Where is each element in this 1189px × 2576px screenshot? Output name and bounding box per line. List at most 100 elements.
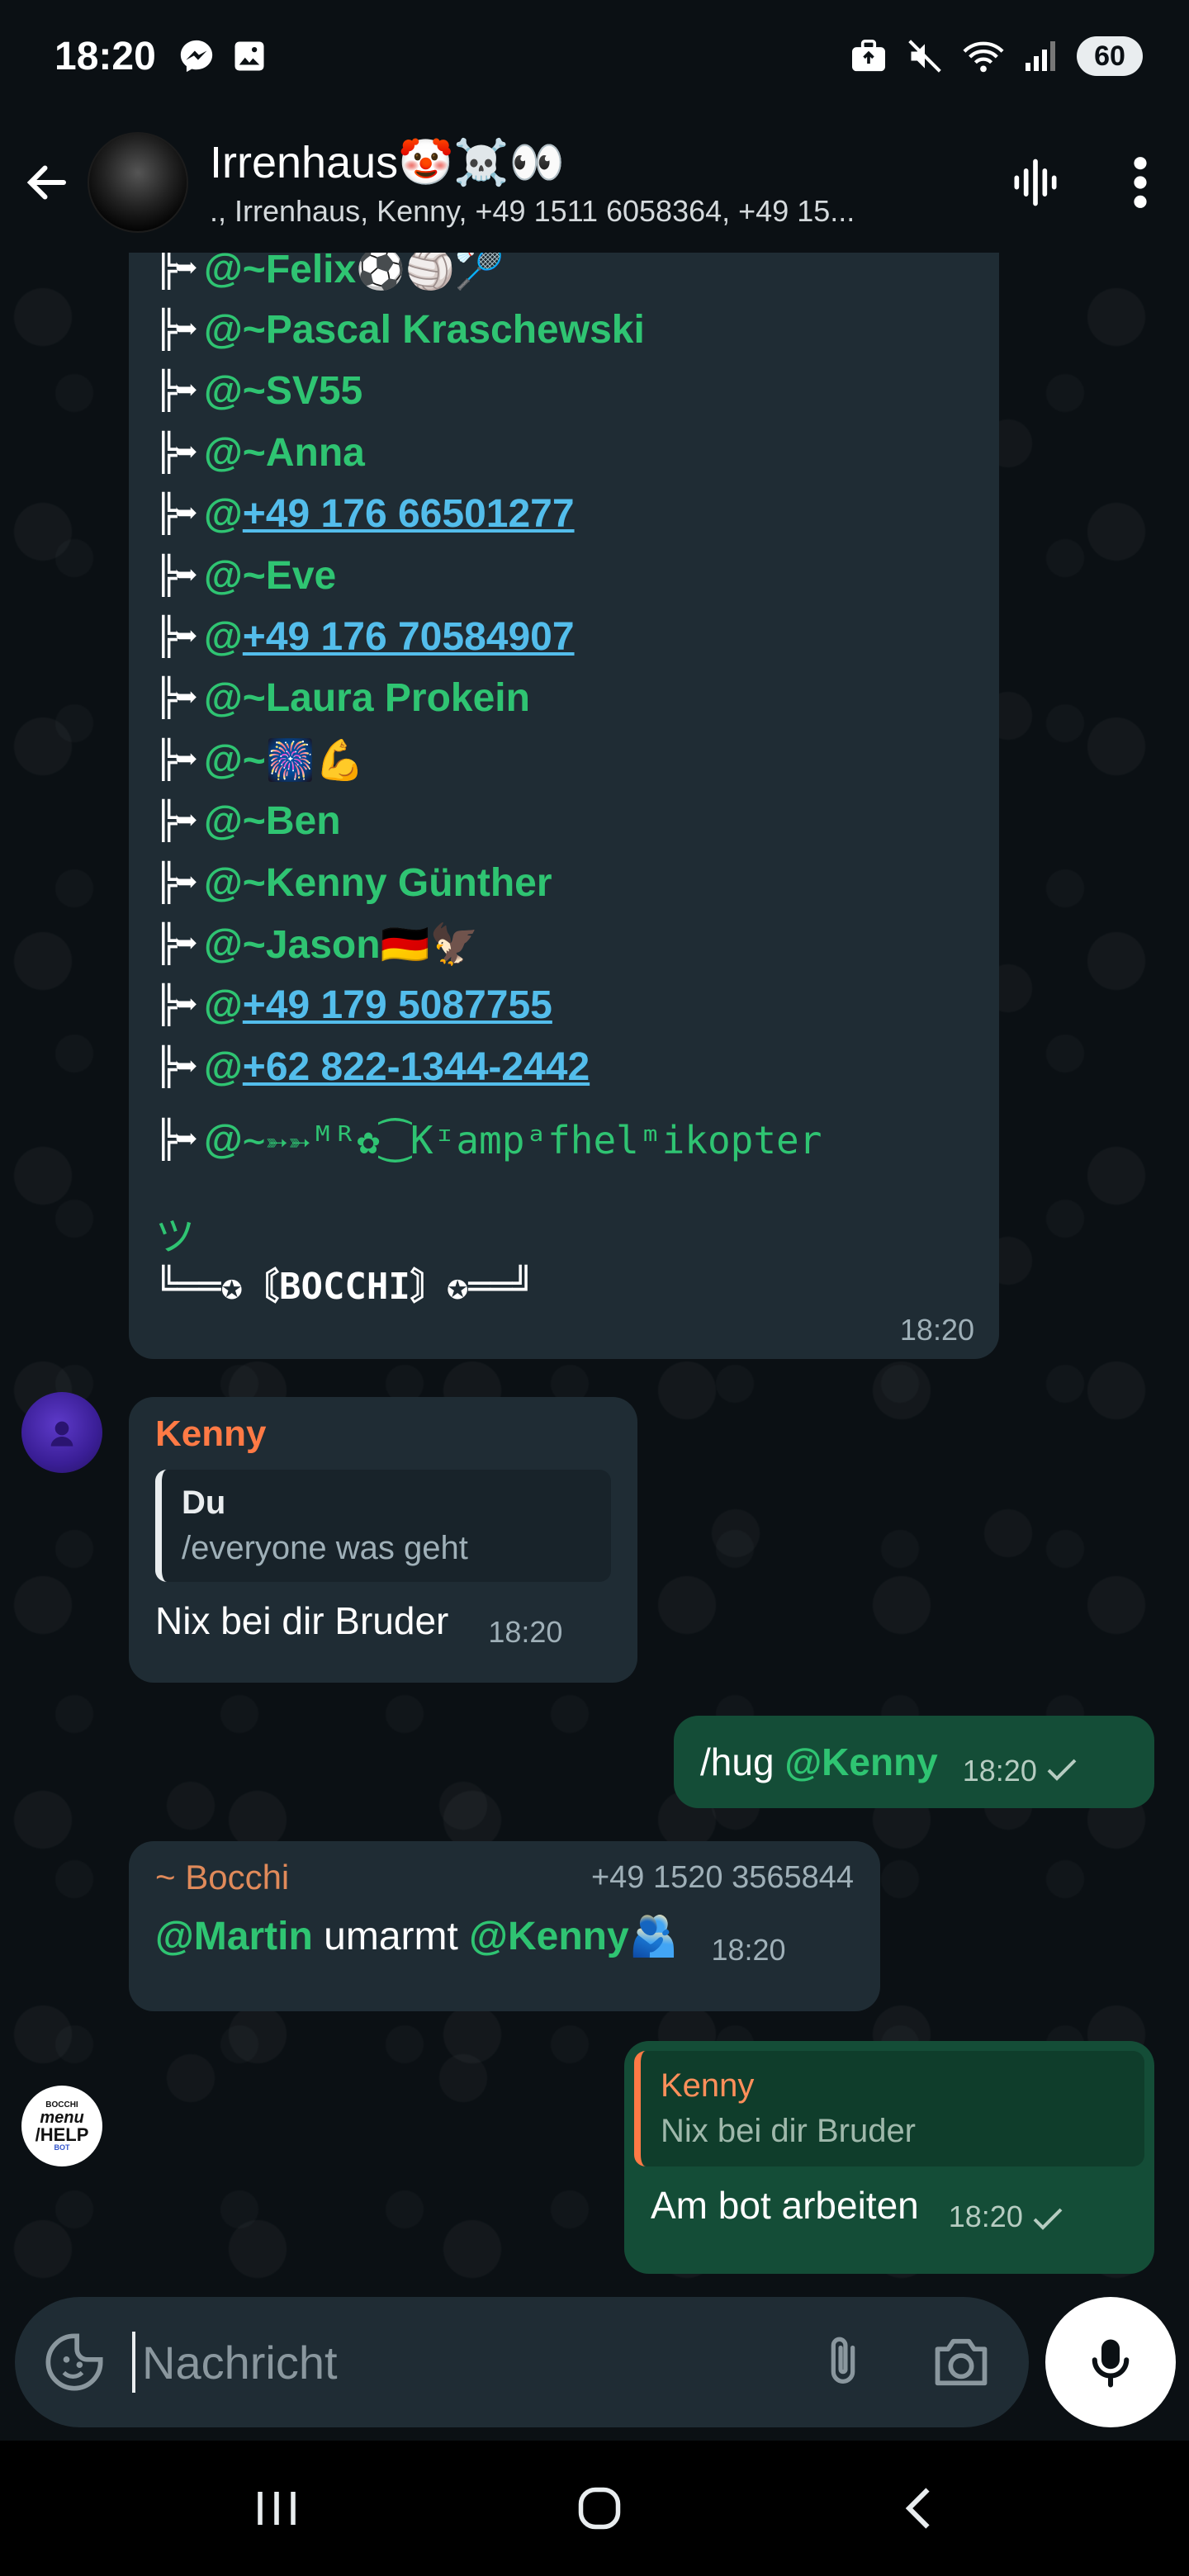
- battery-indicator: 60: [1077, 36, 1143, 76]
- sender-name[interactable]: Kenny: [155, 1413, 611, 1455]
- mention-row: ╠➥ @ ~Jason🇩🇪🦅: [155, 913, 973, 974]
- message-text: /hug @Kenny: [700, 1740, 938, 1783]
- back-button[interactable]: [2, 137, 92, 228]
- bocchi-bot-avatar[interactable]: BOCCHI menu /HELP BOT: [21, 2086, 102, 2166]
- signal-icon: [1026, 41, 1055, 71]
- at-sign: @: [203, 737, 243, 782]
- at-sign: @: [203, 799, 243, 844]
- mention-phone-link[interactable]: +49 176 66501277: [243, 491, 575, 537]
- at-sign: @: [203, 369, 243, 414]
- mention-row: ╠➥ @ ~Pascal Kraschewski: [155, 299, 973, 360]
- more-options-icon[interactable]: [1128, 154, 1153, 211]
- mention-name[interactable]: ~Ben: [243, 798, 341, 844]
- tree-connector: ╠➥: [155, 309, 197, 352]
- microphone-icon: [1092, 2339, 1130, 2388]
- mention-name[interactable]: ~Kenny Günther: [243, 860, 552, 906]
- at-sign: @: [203, 676, 243, 721]
- bot-reply-message[interactable]: Kenny Nix bei dir Bruder Am bot arbeiten…: [624, 2041, 1154, 2274]
- quote-author: Du: [182, 1485, 226, 1521]
- mention-name[interactable]: ~Pascal Kraschewski: [243, 307, 645, 353]
- at-sign: @: [203, 1044, 243, 1089]
- message-time: 18:20: [962, 1754, 1037, 1788]
- kenny-avatar[interactable]: [21, 1392, 102, 1473]
- message-time: 18:20: [899, 1313, 974, 1347]
- back-nav-icon[interactable]: [898, 2484, 937, 2533]
- tree-connector: ╠➥: [155, 431, 197, 474]
- message-text: Am bot arbeiten: [651, 2184, 919, 2227]
- hug-command-message[interactable]: /hug @Kenny 18:20: [674, 1716, 1154, 1808]
- voice-chat-icon[interactable]: [1007, 154, 1063, 211]
- tree-connector: ╠➥: [155, 616, 197, 659]
- message-input[interactable]: [142, 2335, 770, 2389]
- mention-name[interactable]: ~➳➳ᴹᴿ✿⁐Kᶦampᵃfhelᵐikopter: [243, 1118, 822, 1163]
- message-time: 18:20: [948, 2200, 1023, 2233]
- mention-phone-link[interactable]: +49 179 5087755: [243, 983, 552, 1028]
- mention-name[interactable]: ~Laura Prokein: [243, 675, 530, 721]
- mention-list: ╠➥ @ ~Felix⚽🏐🏸 ╠➥ @ ~Pascal Kraschewski ╠➥ @ ~SV…: [155, 253, 973, 1097]
- mention-row: ╠➥ @ ~Anna: [155, 422, 973, 483]
- tree-connector: ╠➥: [155, 1045, 197, 1088]
- at-sign: @: [203, 492, 243, 537]
- kenny-message[interactable]: Kenny Du /everyone was geht Nix bei dir …: [129, 1397, 637, 1683]
- home-icon[interactable]: [575, 2484, 624, 2533]
- tsu-text: ツ: [155, 1215, 196, 1259]
- at-sign: @: [203, 860, 243, 905]
- tree-connector: ╠➥: [155, 738, 197, 781]
- at-sign: @: [203, 553, 243, 598]
- mention-name[interactable]: ~Anna: [243, 430, 365, 476]
- message-time: 18:20: [488, 1615, 563, 1649]
- camera-icon[interactable]: [930, 2333, 992, 2391]
- tree-connector: ╠➥: [155, 800, 197, 843]
- person-icon: [50, 1421, 73, 1447]
- group-avatar[interactable]: [88, 132, 188, 233]
- mention-phone-link[interactable]: +62 822-1344-2442: [243, 1044, 590, 1090]
- attachment-icon[interactable]: [814, 2329, 872, 2395]
- message-text: @Martin umarmt @Kenny🫂: [155, 1915, 679, 1958]
- mention-row: ╠➥ @ ~Ben: [155, 791, 973, 852]
- group-title: Irrenhaus🤡☠️👀: [210, 137, 565, 187]
- mention-kenny[interactable]: @Kenny: [469, 1915, 629, 1958]
- message-text: Nix bei dir Bruder: [155, 1599, 449, 1642]
- arrow-left-icon: [26, 165, 66, 200]
- mention-row: ╠➥ @ ~🎆💪: [155, 729, 973, 790]
- mention-name[interactable]: ~SV55: [243, 368, 362, 414]
- tree-connector: ╠➥: [155, 922, 197, 965]
- wifi-icon: [963, 41, 1004, 73]
- tree-connector: ╠➥: [155, 554, 197, 597]
- tree-connector: ╠➥: [155, 493, 197, 536]
- group-info[interactable]: Irrenhaus🤡☠️👀 ., Irrenhaus, Kenny, +49 1…: [210, 137, 953, 229]
- voice-record-button[interactable]: [1045, 2297, 1176, 2427]
- tree-connector: ╠➥: [155, 677, 197, 720]
- mention-list-message[interactable]: ╠➥ @ ~Felix⚽🏐🏸 ╠➥ @ ~Pascal Kraschewski ╠➥ @ ~SV…: [129, 253, 999, 1359]
- mention-name[interactable]: ~Felix⚽🏐🏸: [243, 253, 504, 292]
- mention-row: ╠➥ @ +49 176 70584907: [155, 606, 973, 667]
- mention-name[interactable]: ~Jason🇩🇪🦅: [243, 921, 479, 968]
- quoted-message[interactable]: Du /everyone was geht: [155, 1470, 611, 1582]
- tree-connector: ╠➥: [155, 370, 197, 413]
- tree-connector: ╠➥: [155, 861, 197, 904]
- recent-apps-icon[interactable]: [252, 2485, 301, 2531]
- emoji-sticker-icon[interactable]: [43, 2331, 106, 2394]
- mention-row-last: ╠➥ @ ~➳➳ᴹᴿ✿⁐Kᶦampᵃfhelᵐikopter: [155, 1117, 822, 1163]
- mention-name[interactable]: ~Eve: [243, 553, 336, 599]
- briefcase-icon: [852, 40, 885, 72]
- status-time: 18:20: [54, 34, 156, 78]
- tree-connector: ╠➥: [155, 984, 197, 1027]
- mention-phone-link[interactable]: +49 176 70584907: [243, 614, 575, 660]
- at-sign: @: [203, 921, 243, 966]
- mention-kenny[interactable]: @Kenny: [784, 1740, 937, 1783]
- bocchi-message[interactable]: ~ Bocchi +49 1520 3565844 @Martin umarmt…: [129, 1841, 880, 2011]
- mention-row: ╠➥ @ +49 179 5087755: [155, 975, 973, 1036]
- chat-header: Irrenhaus🤡☠️👀 ., Irrenhaus, Kenny, +49 1…: [0, 112, 1189, 253]
- messenger-icon: [180, 40, 212, 73]
- mention-name[interactable]: ~🎆💪: [243, 736, 365, 784]
- quote-text: Nix bei dir Bruder: [661, 2113, 917, 2149]
- mention-row: ╠➥ @ ~Laura Prokein: [155, 668, 973, 729]
- at-sign: @: [203, 430, 243, 475]
- quoted-message[interactable]: Kenny Nix bei dir Bruder: [634, 2051, 1144, 2166]
- sender-name[interactable]: ~ Bocchi: [155, 1858, 289, 1897]
- tree-connector: ╠➥: [155, 253, 197, 290]
- mention-martin[interactable]: @Martin: [155, 1915, 313, 1958]
- chat-area[interactable]: ╠➥ @ ~Felix⚽🏐🏸 ╠➥ @ ~Pascal Kraschewski ╠➥ @ ~SV…: [0, 253, 1189, 2292]
- status-bar: 18:20 60: [0, 0, 1189, 112]
